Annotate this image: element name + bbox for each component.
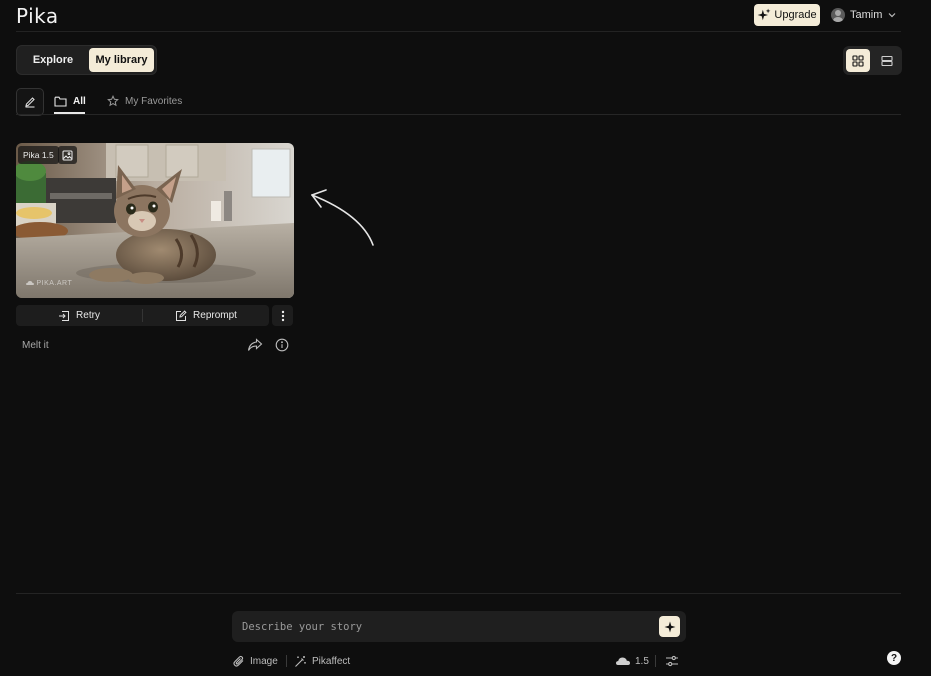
model-selector[interactable]: 1.5 [616, 653, 649, 669]
tab-favorites-label: My Favorites [125, 95, 183, 107]
upgrade-label: Upgrade [774, 9, 817, 21]
more-vertical-icon [281, 310, 285, 322]
tab-all-label: All [73, 95, 86, 107]
more-options-button[interactable] [272, 305, 293, 326]
retry-icon [58, 310, 70, 322]
pikaffect-label: Pikaffect [312, 655, 351, 667]
watermark: PIKA.ART [26, 280, 72, 287]
image-label: Image [250, 655, 278, 667]
retry-label: Retry [76, 310, 100, 321]
image-icon [62, 150, 73, 161]
list-icon [881, 55, 893, 67]
model-badge: Pika 1.5 [18, 146, 59, 164]
folder-icon [54, 96, 67, 107]
magic-wand-icon [294, 655, 307, 668]
video-thumbnail[interactable] [16, 143, 294, 298]
view-toggle [843, 46, 902, 75]
pikaffect-button[interactable]: Pikaffect [294, 653, 350, 669]
nav-segmented-control: Explore My library [16, 45, 157, 75]
reprompt-label: Reprompt [193, 310, 237, 321]
my-library-tab[interactable]: My library [89, 48, 154, 72]
header-divider [16, 31, 901, 32]
pika-cloud-icon [26, 280, 34, 286]
list-view-button[interactable] [875, 49, 899, 72]
composer-option-divider [286, 655, 287, 667]
edit-button[interactable] [16, 88, 44, 116]
annotation-arrow [300, 180, 380, 250]
sliders-icon [665, 654, 679, 668]
edit-square-icon [175, 309, 187, 322]
username: Tamim [850, 9, 883, 21]
pika-cloud-icon [616, 656, 630, 666]
pencil-icon [24, 96, 36, 108]
grid-icon [852, 54, 864, 67]
tabs-divider [16, 114, 901, 115]
story-prompt-input[interactable] [242, 617, 642, 636]
settings-button[interactable] [665, 654, 679, 668]
paperclip-icon [233, 655, 245, 667]
sparkle-icon [664, 621, 676, 633]
prompt-composer [232, 611, 686, 642]
attach-image-button[interactable]: Image [233, 653, 278, 669]
upgrade-button[interactable]: Upgrade [754, 4, 820, 26]
chevron-down-icon [887, 10, 897, 20]
model-version: 1.5 [635, 655, 649, 667]
app-logo[interactable]: Pika [16, 4, 59, 28]
info-button[interactable] [275, 338, 291, 354]
grid-view-button[interactable] [846, 49, 870, 72]
star-icon [107, 95, 119, 107]
share-button[interactable] [247, 338, 265, 354]
user-menu[interactable]: Tamim [831, 5, 897, 25]
info-icon [275, 338, 291, 352]
watermark-text: PIKA.ART [36, 280, 73, 287]
tab-all[interactable]: All [54, 88, 86, 114]
help-button[interactable]: ? [887, 651, 901, 665]
prompt-text: Melt it [22, 340, 49, 351]
explore-tab[interactable]: Explore [20, 48, 86, 72]
image-badge [58, 146, 77, 164]
share-icon [247, 338, 265, 352]
tab-my-favorites[interactable]: My Favorites [107, 88, 182, 114]
composer-divider [16, 593, 901, 594]
retry-button[interactable]: Retry [16, 305, 142, 326]
sparkle-icon [757, 8, 771, 22]
generate-button[interactable] [659, 616, 680, 637]
composer-option-divider [655, 655, 656, 667]
avatar [831, 8, 845, 22]
reprompt-button[interactable]: Reprompt [143, 305, 269, 326]
card-action-bar: Retry Reprompt [16, 305, 269, 326]
